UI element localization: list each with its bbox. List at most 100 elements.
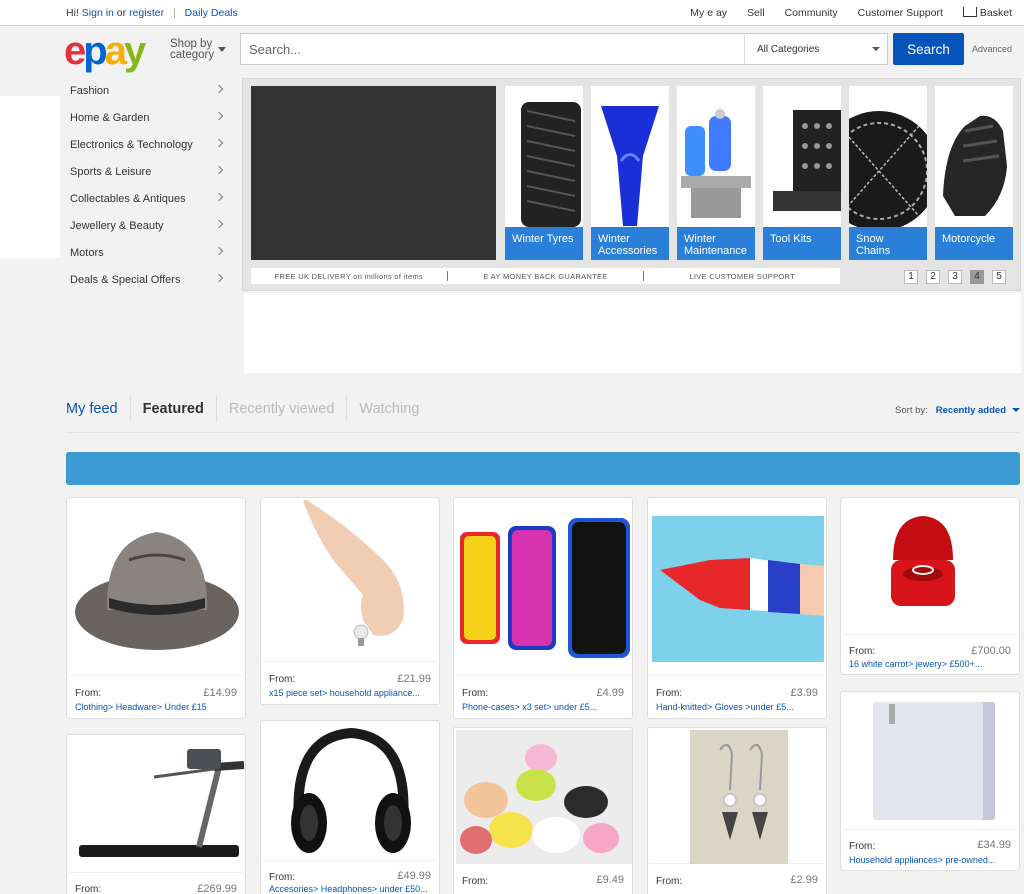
chevron-down-icon — [872, 47, 880, 51]
product-card[interactable]: From: £49.99 Accesories> Headphones> und… — [260, 720, 440, 894]
tile-winter-tyres[interactable]: Winter Tyres — [505, 86, 583, 260]
sidebar-item-label: Sports & Leisure — [70, 165, 152, 178]
phone-cases-image — [460, 518, 630, 658]
sidebar-item-label: Home & Garden — [70, 111, 150, 124]
category-select-value: All Categories — [757, 44, 820, 55]
mini-fridge-image — [873, 702, 995, 820]
chevron-right-icon — [214, 219, 224, 229]
benefits-strip: FREE UK DELIVERY on millions of items E … — [251, 268, 840, 284]
search-bar: All Categories — [240, 33, 888, 65]
pager-button-active[interactable]: 4 — [970, 270, 984, 284]
greeting-text: Hi! — [66, 7, 79, 19]
product-image — [843, 500, 1017, 635]
product-card[interactable]: From: £9.49 — [453, 727, 633, 894]
category-crumb[interactable]: 16 white carrot> jewery> £500+... — [849, 659, 982, 669]
sidebar-item-electronics[interactable]: Electronics & Technology — [62, 131, 234, 158]
logo[interactable]: epay — [64, 29, 146, 73]
sidebar-item-label: Motors — [70, 246, 104, 259]
product-image — [650, 730, 824, 864]
sidebar-item-home-garden[interactable]: Home & Garden — [62, 104, 234, 131]
community-link[interactable]: Community — [785, 7, 838, 19]
product-card[interactable]: From: £21.99 x15 piece set> household ap… — [260, 497, 440, 705]
sidebar-item-label: Collectables & Antiques — [70, 192, 186, 205]
product-card[interactable]: From: £269.99 — [66, 734, 246, 894]
tile-label-line: Winter — [598, 233, 630, 245]
category-select[interactable]: All Categories — [744, 34, 888, 64]
tab-watching[interactable]: Watching — [347, 396, 431, 422]
sidebar-item-label: Electronics & Technology — [70, 138, 193, 151]
sort-by-label: Sort by: — [895, 405, 928, 416]
category-crumb[interactable]: Accesories> Headphones> under £50... — [269, 884, 428, 894]
earrings-image — [690, 730, 788, 864]
sort-by-control[interactable]: Sort by: Recently added — [895, 405, 1020, 416]
toolkit-image — [773, 110, 841, 211]
tab-recently-viewed[interactable]: Recently viewed — [217, 396, 348, 422]
daily-deals-link[interactable]: Daily Deals — [185, 7, 238, 19]
sidebar-item-sports[interactable]: Sports & Leisure — [62, 158, 234, 185]
pager-button[interactable]: 1 — [904, 270, 918, 284]
sell-link[interactable]: Sell — [747, 7, 765, 19]
tile-motorcycle[interactable]: Motorcycle — [935, 86, 1013, 260]
tab-featured[interactable]: Featured — [131, 396, 217, 422]
tile-snow-chains[interactable]: Snow Chains — [849, 86, 927, 260]
search-button[interactable]: Search — [893, 33, 964, 65]
hand-bulb-image — [303, 500, 404, 646]
product-image — [263, 723, 437, 861]
snow-chain-image — [849, 111, 927, 227]
sidebar-item-deals[interactable]: Deals & Special Offers — [62, 266, 234, 293]
sidebar-item-label: Fashion — [70, 84, 110, 97]
tile-label-line: Motorcycle — [942, 233, 996, 245]
from-label: From: — [849, 646, 876, 657]
tile-winter-maintenance[interactable]: Winter Maintenance — [677, 86, 755, 260]
from-label: From: — [75, 688, 102, 699]
chevron-down-icon — [1012, 408, 1020, 412]
sidebar-item-motors[interactable]: Motors — [62, 239, 234, 266]
product-card[interactable]: From: £4.99 Phone-cases> x3 set> under £… — [453, 497, 633, 719]
category-crumb[interactable]: Phone-cases> x3 set> under £5... — [462, 702, 597, 712]
category-crumb[interactable]: Household appliances> pre-owned... — [849, 855, 995, 865]
ring-box-image — [891, 516, 955, 606]
or-text: or — [116, 7, 127, 19]
tile-label-line: Winter Tyres — [512, 233, 574, 245]
pager-button[interactable]: 2 — [926, 270, 940, 284]
hero-carousel: Winter Tyres Winter Accessories Winter Mai… — [242, 78, 1021, 291]
tile-winter-accessories[interactable]: Winter Accessories — [591, 86, 669, 260]
sidebar-item-jewellery[interactable]: Jewellery & Beauty — [62, 212, 234, 239]
basket-link[interactable]: Basket — [962, 7, 1012, 19]
customer-support-link[interactable]: Customer Support — [858, 7, 943, 19]
tyre-image — [521, 102, 581, 227]
register-link[interactable]: register — [129, 7, 164, 19]
tile-label-line: Tool Kits — [770, 233, 812, 245]
feed-tabs: My feed Featured Recently viewed Watchin… — [66, 395, 431, 423]
price: £2.99 — [790, 874, 818, 886]
divider: | — [173, 7, 176, 19]
price: £34.99 — [977, 839, 1011, 851]
ad-banner — [244, 293, 1021, 373]
product-card[interactable]: From: £14.99 Clothing> Headware> Under £… — [66, 497, 246, 719]
category-crumb[interactable]: Hand-knitted> Gloves >under £5... — [656, 702, 794, 712]
tile-tool-kits[interactable]: Tool Kits — [763, 86, 841, 260]
product-card[interactable]: From: £700.00 16 white carrot> jewery> £… — [840, 497, 1020, 675]
hero-banner-image[interactable] — [251, 86, 496, 260]
sign-in-link[interactable]: Sign in — [82, 7, 114, 19]
category-crumb[interactable]: Clothing> Headware> Under £15 — [75, 702, 207, 712]
pager-button[interactable]: 3 — [948, 270, 962, 284]
tile-label-line: Snow — [856, 233, 884, 245]
sidebar-item-collectables[interactable]: Collectables & Antiques — [62, 185, 234, 212]
category-crumb[interactable]: x15 piece set> household appliance... — [269, 688, 420, 698]
my-ebay-link[interactable]: My e ay — [690, 7, 727, 19]
pager-button[interactable]: 5 — [992, 270, 1006, 284]
product-card[interactable]: From: £3.99 Hand-knitted> Gloves >under … — [647, 497, 827, 719]
shop-by-category-button[interactable]: Shop by category — [170, 38, 226, 61]
benefit-money-back: E AY MONEY BACK GUARANTEE — [483, 271, 608, 281]
sidebar-item-fashion[interactable]: Fashion — [62, 77, 234, 104]
advanced-search-link[interactable]: Advanced — [972, 44, 1012, 54]
product-card[interactable]: From: £2.99 — [647, 727, 827, 894]
headphones-image — [291, 727, 411, 853]
logo-letter: e — [64, 29, 86, 73]
product-card[interactable]: From: £34.99 Household appliances> pre-o… — [840, 691, 1020, 871]
search-input[interactable] — [241, 34, 743, 64]
from-label: From: — [269, 872, 296, 883]
tab-my-feed[interactable]: My feed — [66, 396, 131, 422]
sidebar-item-label: Jewellery & Beauty — [70, 219, 164, 232]
